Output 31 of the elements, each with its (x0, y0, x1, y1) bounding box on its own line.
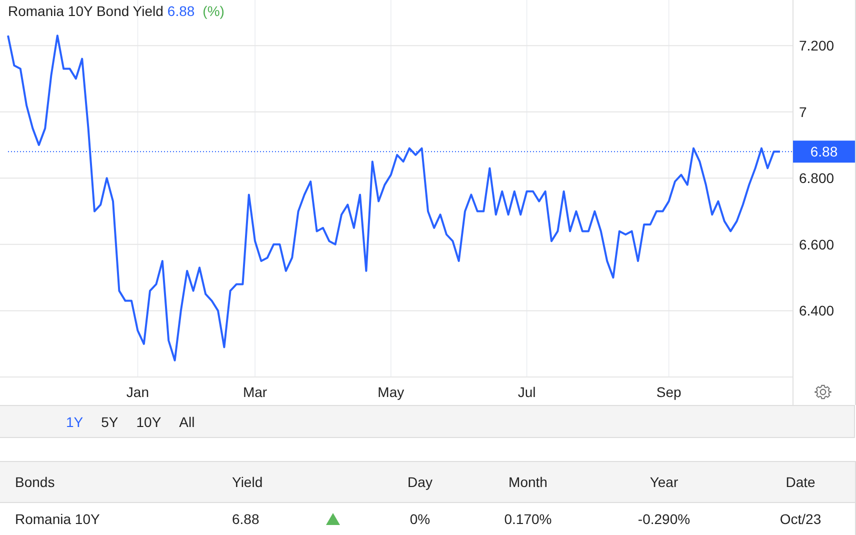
column-header: Month (508, 474, 548, 490)
column-header: Date (786, 474, 816, 490)
table-cell: Oct/23 (780, 511, 822, 527)
column-header: Year (650, 474, 678, 490)
range-tab[interactable]: 5Y (93, 412, 126, 432)
axis-label: Jul (518, 384, 536, 400)
settings-icon[interactable] (814, 383, 832, 401)
axis-label: 6.600 (799, 236, 834, 252)
axis-label: Mar (242, 384, 268, 400)
table-cell: Romania 10Y (15, 511, 100, 527)
axis-label: 6.800 (799, 170, 834, 186)
axis-label: May (378, 384, 404, 400)
range-tab[interactable]: All (171, 412, 203, 432)
current-value: 6.88 (167, 3, 195, 19)
table-cell: 0.170% (504, 511, 552, 527)
range-tab[interactable]: 10Y (128, 412, 170, 432)
column-header: Day (408, 474, 432, 490)
range-tab[interactable]: 1Y (58, 412, 92, 432)
column-header: Yield (232, 474, 263, 490)
axis-label: 7 (799, 104, 807, 120)
unit-label: (%) (202, 3, 224, 19)
table-cell: -0.290% (638, 511, 690, 527)
chart-title: Romania 10Y Bond Yield (8, 3, 164, 19)
column-header: Bonds (15, 474, 55, 490)
axis-label: Sep (656, 384, 682, 400)
table-cell: 0% (410, 511, 430, 527)
axis-label: Jan (126, 384, 149, 400)
price-label: 6.88 (793, 140, 855, 163)
axis-label: 6.400 (799, 302, 834, 319)
table-cell: 6.88 (232, 511, 260, 527)
axis-label: 7.200 (799, 38, 834, 54)
